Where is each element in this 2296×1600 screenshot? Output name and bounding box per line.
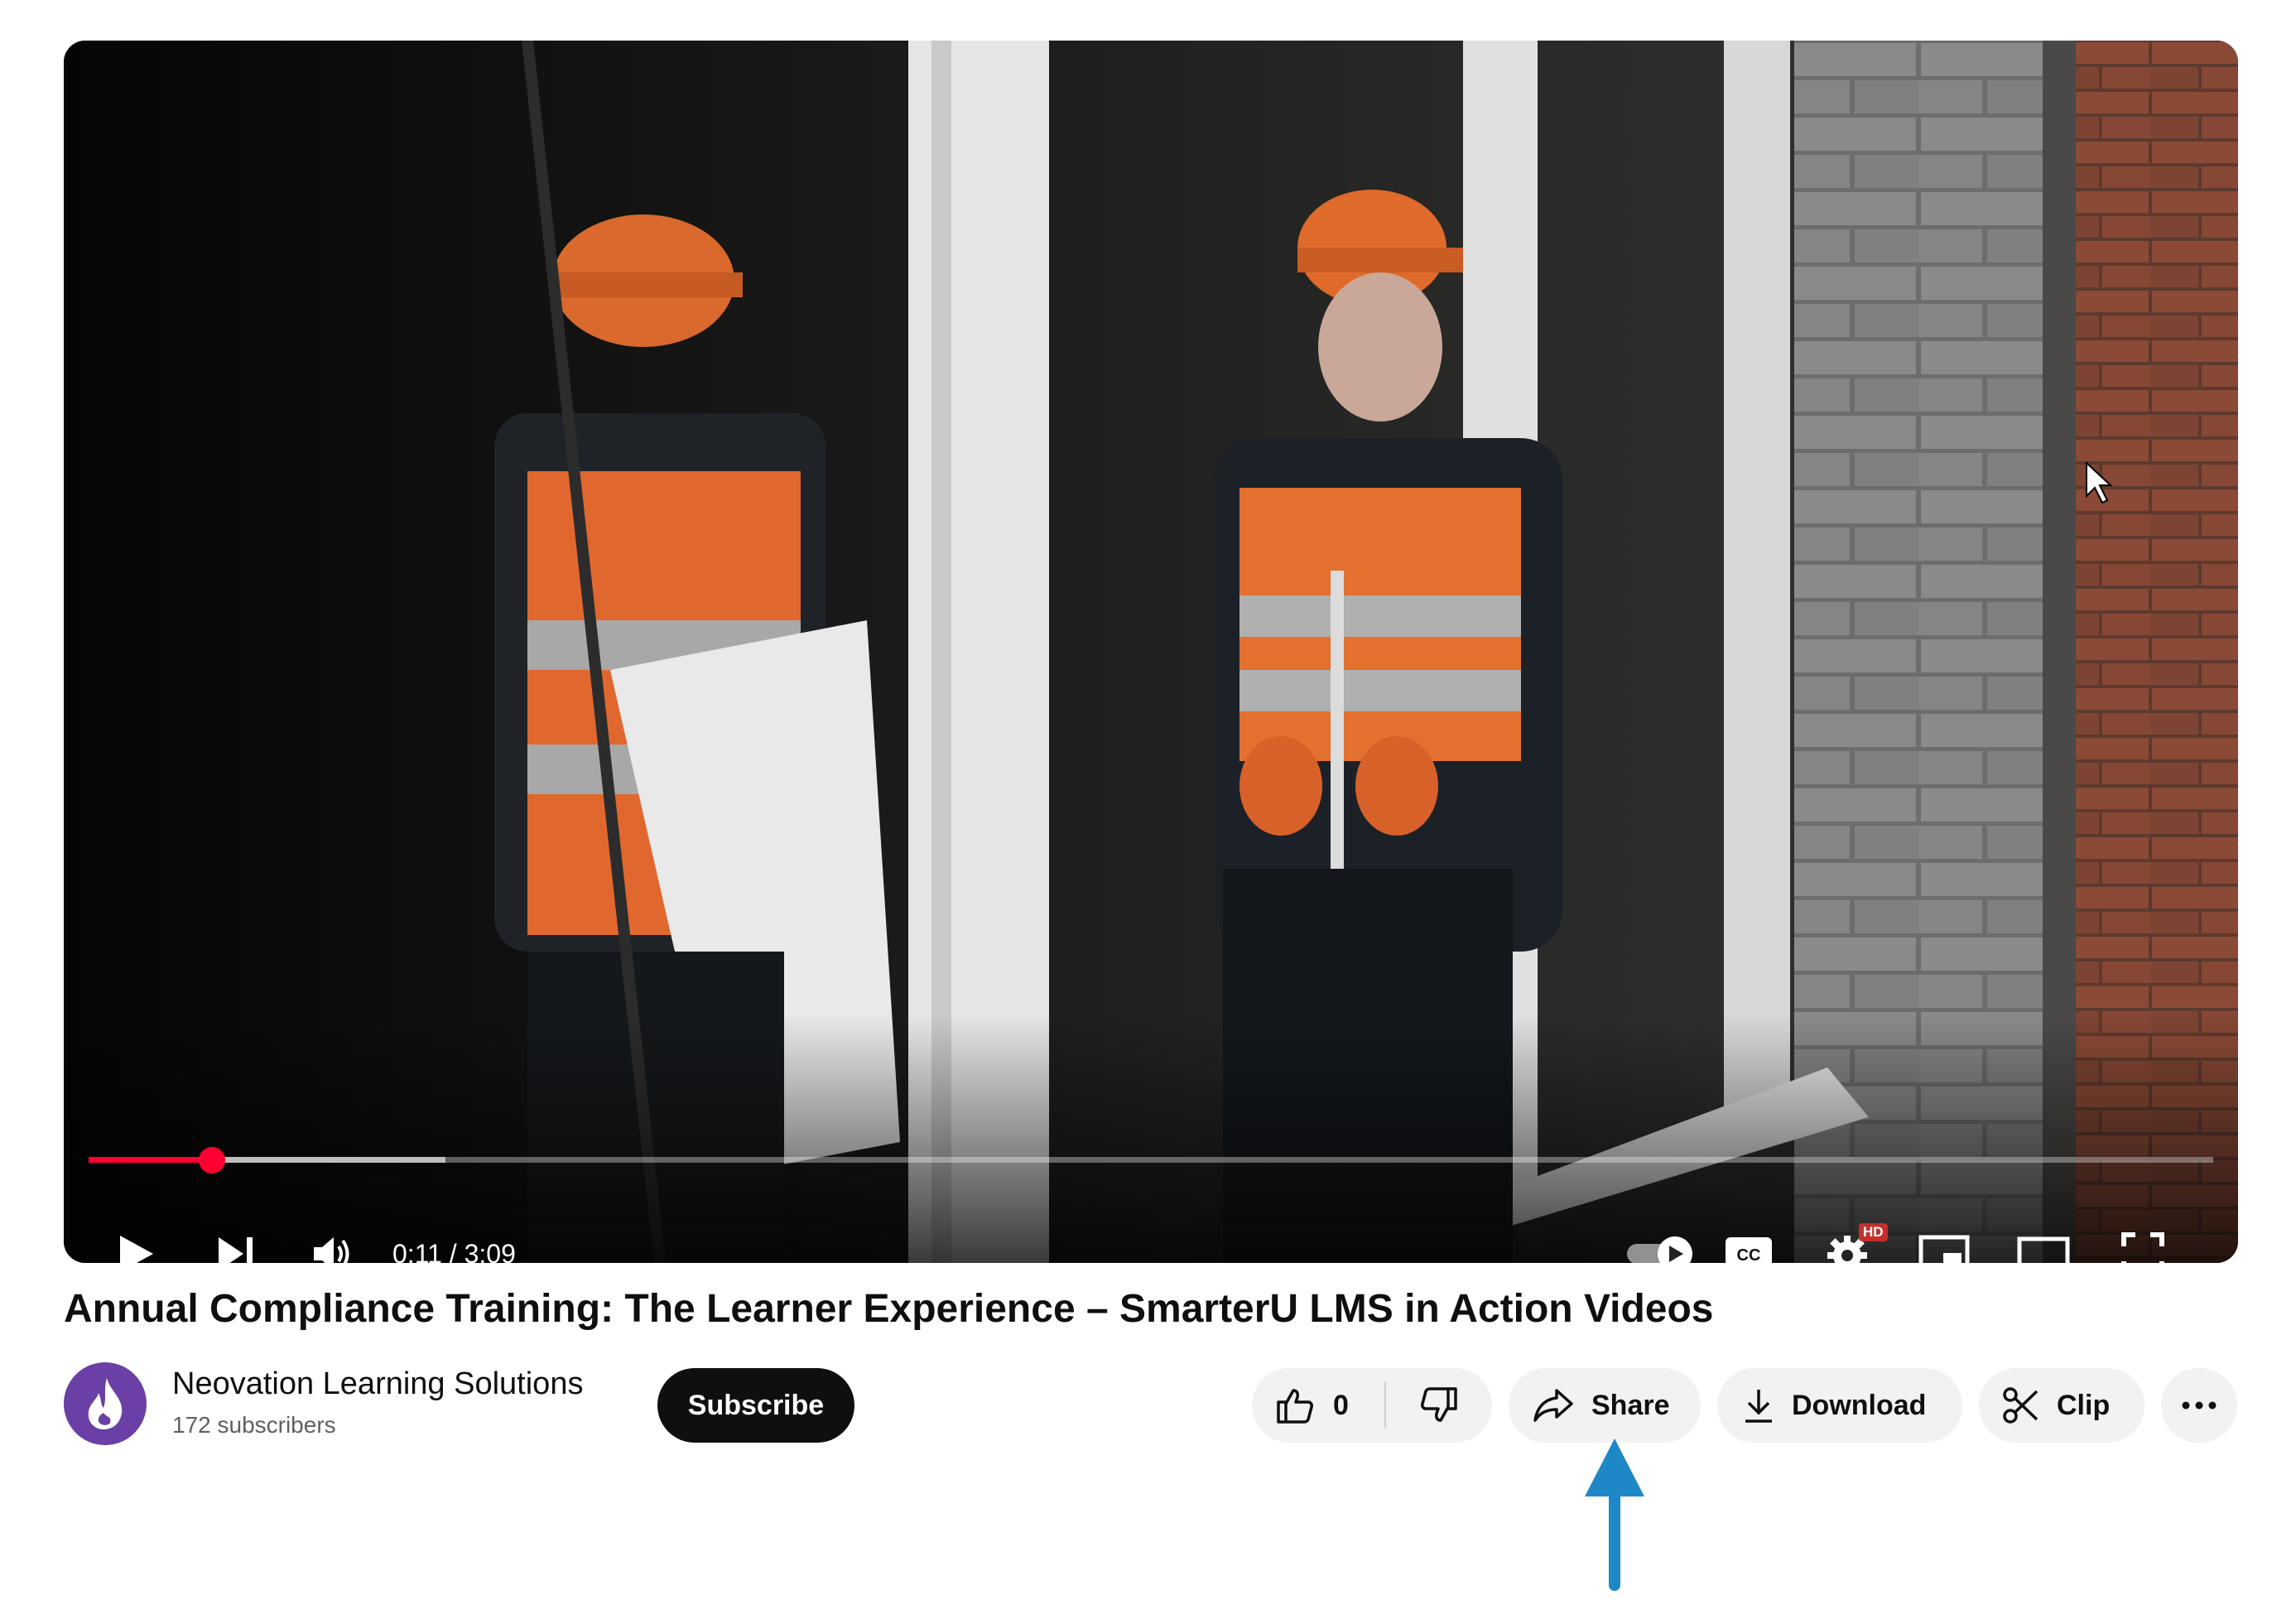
share-button[interactable]: Share [1509, 1368, 1701, 1443]
dislike-button[interactable] [1386, 1368, 1492, 1443]
download-label: Download [1792, 1389, 1927, 1421]
annotation-arrow-up [1585, 1439, 1644, 1591]
progress-bar[interactable] [89, 1147, 2213, 1173]
share-label: Share [1591, 1389, 1670, 1421]
next-button[interactable] [203, 1217, 269, 1263]
channel-name[interactable]: Neovation Learning Solutions [172, 1366, 583, 1402]
settings-button[interactable]: HD [1807, 1217, 1888, 1263]
thumbs-down-icon [1421, 1387, 1457, 1422]
autoplay-toggle-icon [1627, 1236, 1692, 1263]
scissors-icon [2003, 1387, 2038, 1424]
subscriber-count: 172 subscribers [172, 1412, 336, 1438]
time-display: 0:11 / 3:09 [392, 1239, 516, 1263]
download-button[interactable]: Download [1717, 1368, 1962, 1443]
download-icon [1745, 1390, 1772, 1423]
miniplayer-button[interactable] [1907, 1217, 1981, 1263]
volume-button[interactable] [301, 1217, 367, 1263]
play-icon [120, 1236, 153, 1263]
theater-mode-button[interactable] [2006, 1217, 2081, 1263]
volume-icon [314, 1237, 349, 1263]
video-player[interactable]: 0:11 / 3:09 CC HD [64, 41, 2238, 1263]
play-button[interactable] [103, 1217, 170, 1263]
thumbs-up-icon [1277, 1389, 1313, 1424]
captions-button[interactable]: CC [1711, 1217, 1786, 1263]
progress-played [89, 1157, 212, 1163]
flame-logo-icon [88, 1378, 123, 1429]
like-button[interactable]: 0 [1252, 1368, 1384, 1443]
like-dislike-group: 0 [1252, 1368, 1492, 1443]
miniplayer-icon [1918, 1235, 1970, 1263]
subscribe-button[interactable]: Subscribe [657, 1368, 854, 1443]
hd-badge: HD [1859, 1223, 1888, 1241]
captions-icon: CC [1726, 1237, 1772, 1263]
like-count: 0 [1333, 1389, 1349, 1421]
progress-scrubber-knob[interactable] [198, 1147, 225, 1173]
fullscreen-button[interactable] [2106, 1217, 2180, 1263]
fullscreen-icon [2121, 1232, 2164, 1263]
clip-button[interactable]: Clip [1979, 1368, 2144, 1443]
svg-text:CC: CC [1737, 1246, 1761, 1263]
more-horizontal-icon [2182, 1401, 2217, 1410]
more-actions-button[interactable] [2161, 1368, 2237, 1443]
theater-mode-icon [2017, 1236, 2070, 1263]
channel-avatar[interactable] [64, 1362, 147, 1445]
video-title: Annual Compliance Training: The Learner … [64, 1287, 1714, 1331]
autoplay-toggle[interactable] [1619, 1217, 1702, 1263]
skip-next-icon [219, 1237, 253, 1263]
clip-label: Clip [2057, 1389, 2111, 1421]
share-icon [1533, 1389, 1573, 1422]
